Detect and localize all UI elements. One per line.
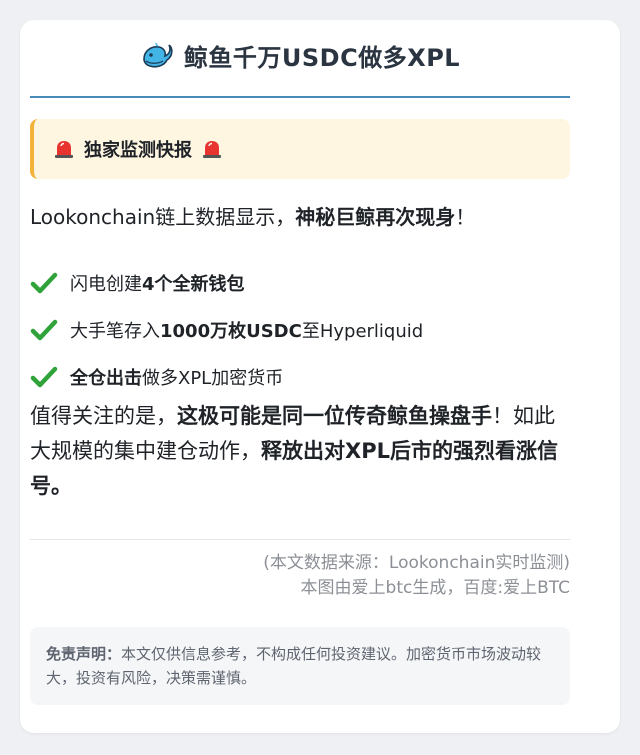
disclaimer-lead: 免责声明： xyxy=(46,645,122,663)
header-divider xyxy=(30,96,570,98)
siren-icon xyxy=(203,141,221,158)
list-item-highlight: 4个全新钱包 xyxy=(142,273,245,295)
list-item-tail: 做多XPL加密货币 xyxy=(142,367,284,389)
check-icon xyxy=(30,366,58,387)
source-line: (本文数据来源：Lookonchain实时监测) xyxy=(263,553,570,573)
page-title: 鲸鱼千万USDC做多XPL xyxy=(183,44,461,72)
list-item-text: 大手笔存入 xyxy=(70,320,160,342)
siren-icon xyxy=(55,141,73,158)
divider xyxy=(30,539,570,540)
source-note: (本文数据来源：Lookonchain实时监测) 本图由爱上btc生成，百度:爱… xyxy=(30,551,570,601)
list-item-highlight: 1000万枚USDC xyxy=(160,320,302,342)
list-item-text: 闪电创建 xyxy=(70,273,142,295)
list-item-highlight: 全仓出击 xyxy=(70,367,142,389)
analysis-paragraph: 值得关注的是，这极可能是同一位传奇鲸鱼操盘手！如此大规模的集中建仓动作，释放出对… xyxy=(30,399,570,504)
analysis-highlight: 这极可能是同一位传奇鲸鱼操盘手 xyxy=(177,404,492,428)
alert-label: 独家监测快报 xyxy=(84,140,192,161)
checklist: 闪电创建 4个全新钱包 大手笔存入 1000万枚USDC 至Hyperliquid 全… xyxy=(30,259,570,400)
list-item: 大手笔存入 1000万枚USDC 至Hyperliquid xyxy=(30,306,570,353)
disclaimer-text: 本文仅供信息参考，不构成任何投资建议。加密货币市场波动较大，投资有风险，决策需谨… xyxy=(46,645,542,687)
intro-paragraph: Lookonchain链上数据显示，神秘巨鲸再次现身！ xyxy=(30,201,570,233)
intro-highlight: 神秘巨鲸再次现身 xyxy=(295,205,456,229)
list-item-tail: 至Hyperliquid xyxy=(301,320,424,342)
intro-end: ！ xyxy=(455,205,476,229)
check-icon xyxy=(30,319,58,340)
disclaimer-box: 免责声明：本文仅供信息参考，不构成任何投资建议。加密货币市场波动较大，投资有风险… xyxy=(30,627,570,705)
alert-banner: 独家监测快报 xyxy=(30,119,570,179)
check-icon xyxy=(30,272,58,293)
generator-line: 本图由爱上btc生成，百度:爱上BTC xyxy=(300,578,570,598)
whale-icon xyxy=(143,42,173,68)
header: 鲸鱼千万USDC做多XPL xyxy=(30,38,570,73)
list-item: 全仓出击 做多XPL加密货币 xyxy=(30,353,570,400)
intro-text: Lookonchain链上数据显示， xyxy=(30,205,296,229)
list-item: 闪电创建 4个全新钱包 xyxy=(30,259,570,306)
analysis-text: 值得关注的是， xyxy=(30,404,177,428)
